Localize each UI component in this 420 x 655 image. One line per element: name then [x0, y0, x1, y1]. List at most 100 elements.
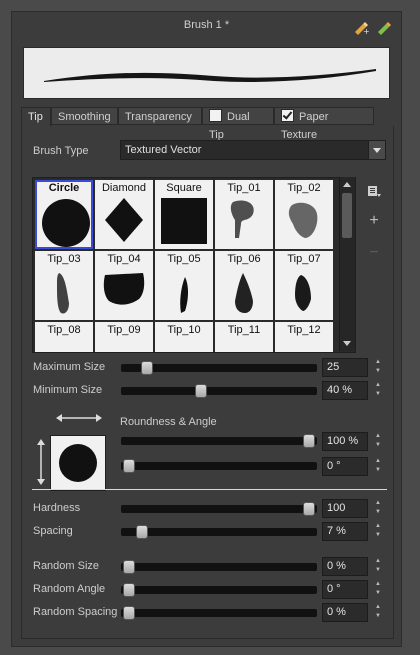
random-size-thumb[interactable] — [123, 560, 135, 574]
random-size-field[interactable]: 0 % — [322, 557, 368, 576]
horizontal-stretch-icon[interactable] — [56, 413, 102, 425]
tip-grid-scrollbar[interactable] — [339, 177, 355, 351]
tip-shape-icon — [235, 273, 253, 313]
spacing-field[interactable]: 7 % — [322, 522, 368, 541]
scroll-up-icon[interactable] — [343, 182, 351, 187]
brush-type-select[interactable]: Textured Vector — [120, 140, 386, 160]
tab-paper-texture[interactable]: Paper Texture — [274, 107, 374, 141]
tip-tip-08[interactable]: Tip_08 — [35, 322, 93, 353]
minimum-size-field[interactable]: 40 % — [322, 381, 368, 400]
brush-properties-panel: Brush 1 * + Tip Smoothing Transparency D… — [11, 11, 402, 647]
hardness-slider[interactable] — [121, 505, 317, 513]
tip-tip-09[interactable]: Tip_09 — [95, 322, 153, 353]
paper-texture-checkbox[interactable] — [281, 109, 294, 122]
roundness-spinner[interactable]: ▲ ▼ — [374, 432, 382, 451]
chevron-down-icon[interactable] — [368, 141, 385, 159]
tip-tip-02[interactable]: Tip_02 — [275, 180, 333, 249]
divider — [32, 489, 387, 490]
angle-field[interactable]: 0 ° — [322, 457, 368, 476]
tip-tip-01[interactable]: Tip_01 — [215, 180, 273, 249]
roundness-angle-label: Roundness & Angle — [120, 416, 217, 428]
maximum-size-label: Maximum Size — [33, 361, 106, 373]
minimum-size-spinner[interactable]: ▲ ▼ — [374, 381, 382, 400]
tip-tip-04[interactable]: Tip_04 — [95, 251, 153, 320]
tip-shape-icon — [215, 322, 273, 353]
tip-tip-07[interactable]: Tip_07 — [275, 251, 333, 320]
tab-tip[interactable]: Tip — [21, 107, 51, 127]
maximum-size-spinner[interactable]: ▲ ▼ — [374, 358, 382, 377]
random-spacing-spinner[interactable]: ▲ ▼ — [374, 603, 382, 622]
add-brush-preset-icon[interactable]: + — [352, 20, 370, 36]
random-spacing-thumb[interactable] — [123, 606, 135, 620]
tip-shape-preview — [50, 435, 106, 491]
tip-shape-icon — [275, 322, 333, 353]
random-angle-label: Random Angle — [33, 583, 106, 595]
brush-type-label: Brush Type — [33, 145, 89, 157]
minus-icon[interactable]: − — [364, 244, 384, 262]
hardness-spinner[interactable]: ▲ ▼ — [374, 499, 382, 518]
tab-smoothing[interactable]: Smoothing — [51, 107, 118, 125]
random-spacing-slider[interactable] — [121, 609, 317, 617]
tip-circle[interactable]: Circle — [35, 180, 93, 249]
random-angle-thumb[interactable] — [123, 583, 135, 597]
tip-tip-10[interactable]: Tip_10 — [155, 322, 213, 353]
angle-spinner[interactable]: ▲ ▼ — [374, 457, 382, 476]
tip-shape-icon — [230, 200, 254, 238]
angle-slider[interactable] — [121, 462, 317, 470]
hardness-thumb[interactable] — [303, 502, 315, 516]
tip-shape-icon — [295, 275, 311, 311]
random-spacing-label: Random Spacing — [33, 606, 118, 618]
random-size-label: Random Size — [33, 560, 100, 572]
roundness-slider[interactable] — [121, 437, 317, 445]
tip-shape-icon — [57, 273, 69, 314]
hardness-label: Hardness — [33, 502, 81, 514]
random-angle-field[interactable]: 0 ° — [322, 580, 368, 599]
tab-transparency[interactable]: Transparency — [118, 107, 202, 125]
menu-icon[interactable] — [364, 184, 384, 203]
tip-tip-06[interactable]: Tip_06 — [215, 251, 273, 320]
minimum-size-thumb[interactable] — [195, 384, 207, 398]
tip-tip-12[interactable]: Tip_12 — [275, 322, 333, 353]
tip-shape-icon — [155, 322, 213, 353]
minimum-size-slider[interactable] — [121, 387, 317, 395]
tip-shape-icon — [95, 322, 153, 353]
panel-title: Brush 1 * — [183, 19, 230, 31]
tip-tip-03[interactable]: Tip_03 — [35, 251, 93, 320]
tip-tip-11[interactable]: Tip_11 — [215, 322, 273, 353]
tip-shape-icon — [105, 198, 143, 242]
tip-tip-05[interactable]: Tip_05 — [155, 251, 213, 320]
plus-icon[interactable]: + — [364, 212, 384, 230]
stroke-preview — [23, 47, 390, 99]
tip-shape-icon — [180, 277, 188, 313]
import-brush-icon[interactable] — [376, 20, 394, 36]
tip-shape-icon — [35, 322, 93, 353]
brush-type-value: Textured Vector — [125, 144, 202, 156]
roundness-thumb[interactable] — [303, 434, 315, 448]
spacing-thumb[interactable] — [135, 525, 148, 539]
tip-grid: Circle Diamond Square Tip_01 Tip_02 Tip_03 Tip… — [32, 177, 356, 353]
tip-shape-icon — [161, 198, 207, 244]
spacing-slider[interactable] — [121, 528, 317, 536]
dual-tip-checkbox[interactable] — [209, 109, 222, 122]
maximum-size-field[interactable]: 25 — [322, 358, 368, 377]
minimum-size-label: Minimum Size — [33, 384, 103, 396]
spacing-spinner[interactable]: ▲ ▼ — [374, 522, 382, 541]
maximum-size-thumb[interactable] — [141, 361, 153, 375]
angle-thumb[interactable] — [123, 459, 135, 473]
tab-dual-tip[interactable]: Dual Tip — [202, 107, 274, 141]
tip-shape-icon — [288, 202, 318, 238]
tip-square[interactable]: Square — [155, 180, 213, 249]
scroll-down-icon[interactable] — [343, 341, 351, 346]
tip-diamond[interactable]: Diamond — [95, 180, 153, 249]
vertical-stretch-icon[interactable] — [37, 439, 45, 488]
svg-text:+: + — [363, 27, 370, 36]
scroll-thumb[interactable] — [342, 193, 352, 238]
random-spacing-field[interactable]: 0 % — [322, 603, 368, 622]
random-angle-spinner[interactable]: ▲ ▼ — [374, 580, 382, 599]
roundness-field[interactable]: 100 % — [322, 432, 368, 451]
hardness-field[interactable]: 100 — [322, 499, 368, 518]
random-angle-slider[interactable] — [121, 586, 317, 594]
random-size-slider[interactable] — [121, 563, 317, 571]
random-size-spinner[interactable]: ▲ ▼ — [374, 557, 382, 576]
spacing-label: Spacing — [33, 525, 73, 537]
